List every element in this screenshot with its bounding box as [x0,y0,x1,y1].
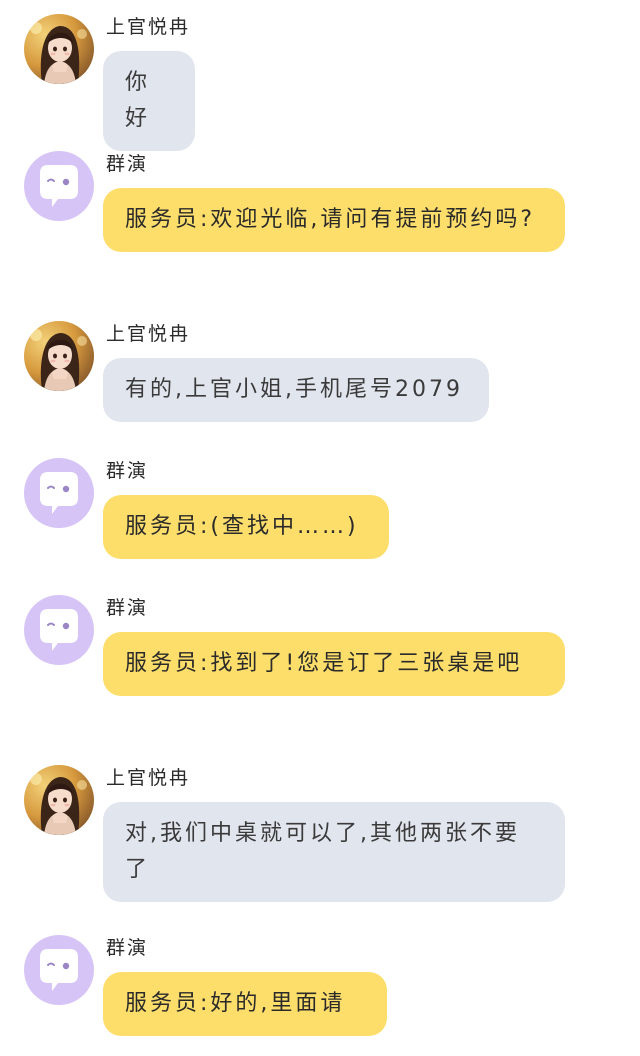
sender-name: 上官悦冉 [106,323,191,345]
sender-name: 群演 [106,460,149,482]
message-bubble[interactable]: 服务员:找到了!您是订了三张桌是吧 [103,632,565,696]
girl-portrait-avatar-icon[interactable] [24,765,94,835]
sender-name: 上官悦冉 [106,767,191,789]
chat-bubble-avatar-icon[interactable] [24,595,94,665]
sender-name: 群演 [106,937,149,959]
sender-name: 群演 [106,597,149,619]
message-bubble[interactable]: 服务员:好的,里面请 [103,972,387,1036]
chat-log: 上官悦冉 你好 群演 服务员:欢迎光临,请问有提前预约吗? 上官悦冉 有的,上官… [0,0,640,1056]
chat-bubble-avatar-icon[interactable] [24,458,94,528]
message-bubble[interactable]: 服务员:(查找中……) [103,495,389,559]
sender-name: 上官悦冉 [106,16,191,38]
message-bubble[interactable]: 对,我们中桌就可以了,其他两张不要了 [103,802,565,902]
message-bubble[interactable]: 有的,上官小姐,手机尾号2079 [103,358,489,422]
chat-bubble-avatar-icon[interactable] [24,151,94,221]
girl-portrait-avatar-icon[interactable] [24,321,94,391]
message-bubble[interactable]: 服务员:欢迎光临,请问有提前预约吗? [103,188,565,252]
message-bubble[interactable]: 你好 [103,51,195,151]
girl-portrait-avatar-icon[interactable] [24,14,94,84]
chat-bubble-avatar-icon[interactable] [24,935,94,1005]
sender-name: 群演 [106,153,149,175]
